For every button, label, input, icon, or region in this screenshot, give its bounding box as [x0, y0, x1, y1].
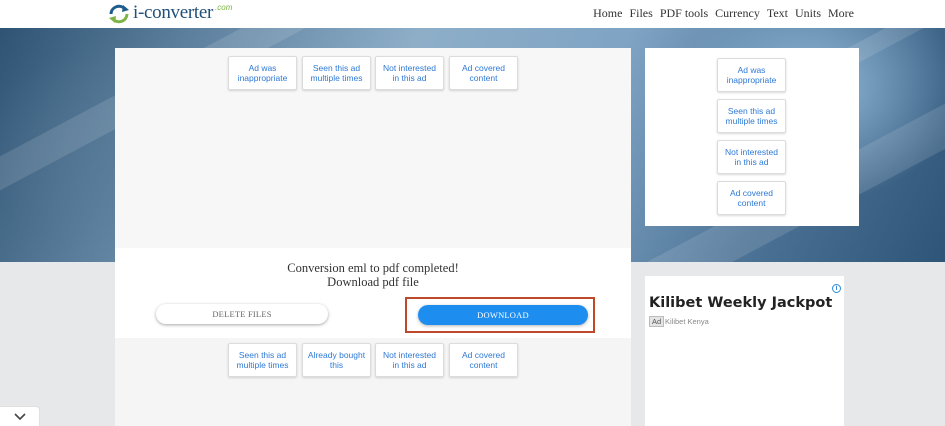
- ad-advertiser: Kilibet Kenya: [665, 317, 709, 326]
- ad-feedback-not-interested[interactable]: Not interested in this ad: [717, 140, 786, 174]
- ad-feedback-already-bought[interactable]: Already bought this: [302, 343, 371, 377]
- ad-feedback-not-interested[interactable]: Not interested in this ad: [375, 343, 444, 377]
- ad-slot-top: Ad was inappropriate Seen this ad multip…: [115, 48, 631, 248]
- logo-suffix: .com: [215, 3, 233, 12]
- refresh-logo-icon: [109, 4, 129, 24]
- ad-slot-side: Ad was inappropriate Seen this ad multip…: [645, 48, 859, 226]
- converter-panel: Ad was inappropriate Seen this ad multip…: [115, 48, 631, 426]
- conversion-title: Conversion eml to pdf completed!: [287, 261, 459, 275]
- logo-text: i-converter: [133, 2, 214, 23]
- ad-info-icon[interactable]: i: [832, 284, 841, 293]
- main-nav: Home Files PDF tools Currency Text Units…: [586, 6, 854, 21]
- delete-files-button[interactable]: DELETE FILES: [156, 304, 328, 324]
- chevron-down-icon: [13, 412, 26, 420]
- ad-feedback-inappropriate[interactable]: Ad was inappropriate: [228, 56, 297, 90]
- nav-more[interactable]: More: [828, 6, 854, 21]
- collapse-toggle[interactable]: [0, 406, 40, 426]
- download-button[interactable]: DOWNLOAD: [418, 305, 588, 325]
- nav-units[interactable]: Units: [795, 6, 821, 21]
- ad-slot-bottom: Seen this ad multiple times Already boug…: [115, 338, 631, 426]
- display-ad[interactable]: i Kilibet Weekly Jackpot Ad Kilibet Keny…: [645, 276, 844, 426]
- ad-badge: Ad: [649, 316, 665, 327]
- nav-home[interactable]: Home: [593, 6, 622, 21]
- ad-feedback-seen-multiple[interactable]: Seen this ad multiple times: [228, 343, 297, 377]
- conversion-result: Conversion eml to pdf completed! Downloa…: [115, 248, 631, 338]
- conversion-subtitle: Download pdf file: [327, 275, 419, 289]
- nav-currency[interactable]: Currency: [715, 6, 760, 21]
- ad-feedback-covered-content[interactable]: Ad covered content: [449, 56, 518, 90]
- ad-feedback-covered-content[interactable]: Ad covered content: [449, 343, 518, 377]
- nav-files[interactable]: Files: [629, 6, 652, 21]
- site-logo[interactable]: i-converter .com: [107, 3, 232, 25]
- ad-feedback-not-interested[interactable]: Not interested in this ad: [375, 56, 444, 90]
- download-highlight-frame: DOWNLOAD: [405, 297, 595, 333]
- ad-feedback-seen-multiple[interactable]: Seen this ad multiple times: [717, 99, 786, 133]
- ad-feedback-inappropriate[interactable]: Ad was inappropriate: [717, 58, 786, 92]
- top-bar: i-converter .com Home Files PDF tools Cu…: [0, 0, 945, 28]
- ad-feedback-covered-content[interactable]: Ad covered content: [717, 181, 786, 215]
- nav-text[interactable]: Text: [767, 6, 788, 21]
- ad-feedback-seen-multiple[interactable]: Seen this ad multiple times: [302, 56, 371, 90]
- ad-headline[interactable]: Kilibet Weekly Jackpot: [649, 295, 832, 311]
- nav-pdf-tools[interactable]: PDF tools: [660, 6, 708, 21]
